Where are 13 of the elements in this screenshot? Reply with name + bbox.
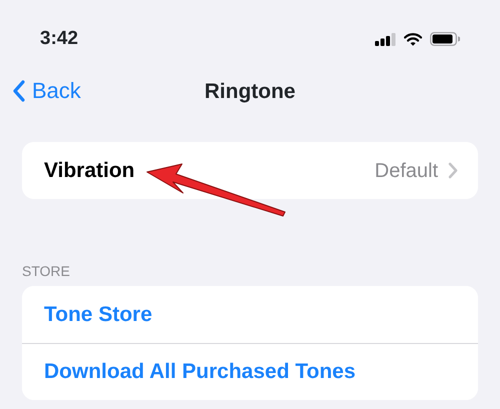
- status-time: 3:42: [40, 27, 78, 51]
- row-label: Download All Purchased Tones: [44, 359, 356, 386]
- row-label: Tone Store: [44, 302, 152, 328]
- row-value: Default: [374, 158, 438, 184]
- wifi-icon: [404, 32, 422, 46]
- chevron-right-icon: [448, 162, 458, 179]
- section-header: STORE: [21, 262, 71, 281]
- row-label: Vibration: [44, 158, 135, 184]
- signal-icon: [375, 32, 396, 46]
- screen-title: Ringtone: [204, 79, 296, 105]
- back-button[interactable]: Back: [12, 74, 81, 107]
- chevron-left-icon: [12, 78, 26, 102]
- battery-icon: [430, 32, 460, 46]
